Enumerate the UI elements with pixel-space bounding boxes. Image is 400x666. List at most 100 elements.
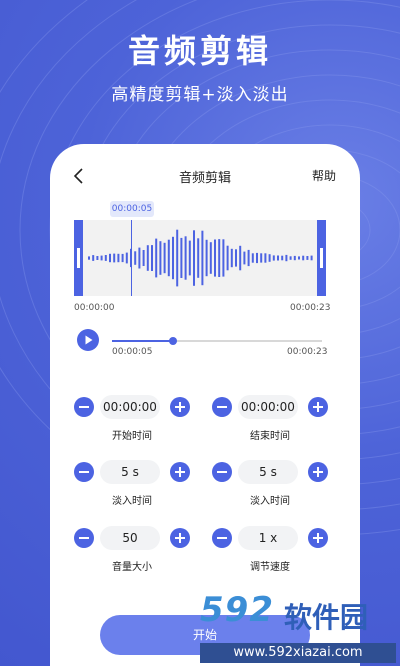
fade-in-control: 5 s 淡入时间 (74, 460, 190, 507)
waveform-bar (104, 255, 107, 261)
waveform-bar (293, 255, 296, 261)
waveform-bar (251, 253, 254, 263)
waveform-bar (205, 239, 208, 277)
waveform-bar (188, 240, 191, 276)
speed-plus-button[interactable] (308, 528, 328, 548)
volume-plus-button[interactable] (170, 528, 190, 548)
waveform-bar (310, 255, 313, 261)
minus-icon (79, 537, 89, 539)
phone-screen: 音频剪辑 帮助 00:00:05 00:00:00 00:00:23 00:00… (50, 144, 360, 666)
waveform-bar (172, 236, 174, 280)
waveform-bar (256, 252, 258, 264)
waveform-bar (209, 242, 212, 274)
waveform-bar (88, 256, 90, 260)
playback-thumb[interactable] (168, 337, 177, 345)
playback-progress (112, 340, 173, 342)
waveform-bar (289, 256, 292, 260)
waveform-bar (176, 229, 179, 287)
plus-icon (175, 402, 185, 412)
start-time-plus-button[interactable] (170, 397, 190, 417)
waveform-bar (281, 255, 284, 261)
waveform-bar (214, 239, 216, 277)
fade-in-minus-button[interactable] (74, 462, 94, 482)
minus-icon (217, 471, 227, 473)
volume-control: 50 音量大小 (74, 526, 190, 573)
playback-duration: 00:00:23 (287, 347, 328, 357)
volume-minus-button[interactable] (74, 528, 94, 548)
waveform-bar (277, 255, 279, 261)
start-time-control: 00:00:00 开始时间 (74, 395, 190, 442)
fade-in-plus-button[interactable] (170, 462, 190, 482)
waveform-bar (230, 248, 233, 268)
start-time-minus-button[interactable] (74, 397, 94, 417)
fade-out-minus-button[interactable] (212, 462, 232, 482)
playback-position: 00:00:05 (112, 347, 153, 357)
waveform-bar (306, 256, 309, 260)
waveform-graphic (74, 220, 326, 296)
play-button[interactable] (77, 329, 99, 351)
minus-icon (217, 537, 227, 539)
end-time-label: 结束时间 (250, 431, 290, 442)
waveform-bar (302, 255, 305, 261)
end-time-plus-button[interactable] (308, 397, 328, 417)
playback-slider[interactable] (112, 337, 322, 345)
start-time-value[interactable]: 00:00:00 (100, 395, 160, 419)
waveform-bar (121, 253, 124, 263)
waveform-bar (272, 255, 275, 261)
waveform-bar (239, 245, 242, 271)
promo-subtitle: 高精度剪辑+淡入淡出 (111, 85, 289, 105)
fade-in-value[interactable]: 5 s (100, 460, 160, 484)
waveform-bar (163, 242, 166, 274)
volume-value[interactable]: 50 (100, 526, 160, 550)
waveform-bar (125, 252, 128, 264)
waveform-bar (193, 230, 195, 286)
end-time-control: 00:00:00 结束时间 (212, 395, 328, 442)
waveform-editor[interactable] (74, 220, 326, 296)
fade-out-control: 5 s 淡入时间 (212, 460, 328, 507)
promo-title: 音频剪辑 (127, 32, 272, 70)
playhead[interactable] (131, 220, 132, 296)
plus-icon (313, 402, 323, 412)
watermark-digits: 592 (200, 590, 274, 630)
fade-out-value[interactable]: 5 s (238, 460, 298, 484)
speed-minus-button[interactable] (212, 528, 232, 548)
help-button[interactable]: 帮助 (312, 167, 336, 184)
waveform-bar (96, 256, 99, 260)
current-time-badge: 00:00:05 (110, 201, 154, 217)
end-time-minus-button[interactable] (212, 397, 232, 417)
waveform-bar (92, 255, 95, 261)
waveform-bar (226, 245, 229, 271)
waveform-bar (247, 249, 250, 267)
waveform-bar (109, 253, 111, 263)
waveform-bar (167, 239, 170, 277)
fade-out-plus-button[interactable] (308, 462, 328, 482)
waveform-bar (151, 245, 153, 271)
fade-out-label: 淡入时间 (250, 496, 290, 507)
waveform-bar (100, 255, 103, 261)
waveform-bar (117, 253, 120, 263)
end-time-value[interactable]: 00:00:00 (238, 395, 298, 419)
waveform-bar (268, 254, 271, 262)
waveform-bar (113, 253, 116, 263)
watermark-name: 软件园 (284, 601, 369, 634)
waveform-bar (197, 238, 200, 278)
waveform-bar (184, 236, 187, 280)
waveform-bar (142, 250, 145, 266)
waveform-end-time: 00:00:23 (290, 303, 331, 313)
plus-icon (175, 467, 185, 477)
play-icon (85, 335, 93, 345)
waveform-bar (264, 253, 267, 263)
minus-icon (217, 406, 227, 408)
waveform-bar (243, 251, 246, 265)
fade-in-label: 淡入时间 (112, 496, 152, 507)
handle-grip-right (320, 248, 323, 268)
nav-bar: 音频剪辑 帮助 (50, 164, 360, 188)
speed-value[interactable]: 1 x (238, 526, 298, 550)
waveform-bar (146, 245, 149, 271)
waveform-bar (155, 238, 158, 278)
waveform-start-time: 00:00:00 (74, 303, 115, 313)
waveform-bar (201, 230, 204, 286)
speed-control: 1 x 调节速度 (212, 526, 328, 573)
volume-label: 音量大小 (112, 562, 152, 573)
waveform-bar (298, 256, 300, 260)
